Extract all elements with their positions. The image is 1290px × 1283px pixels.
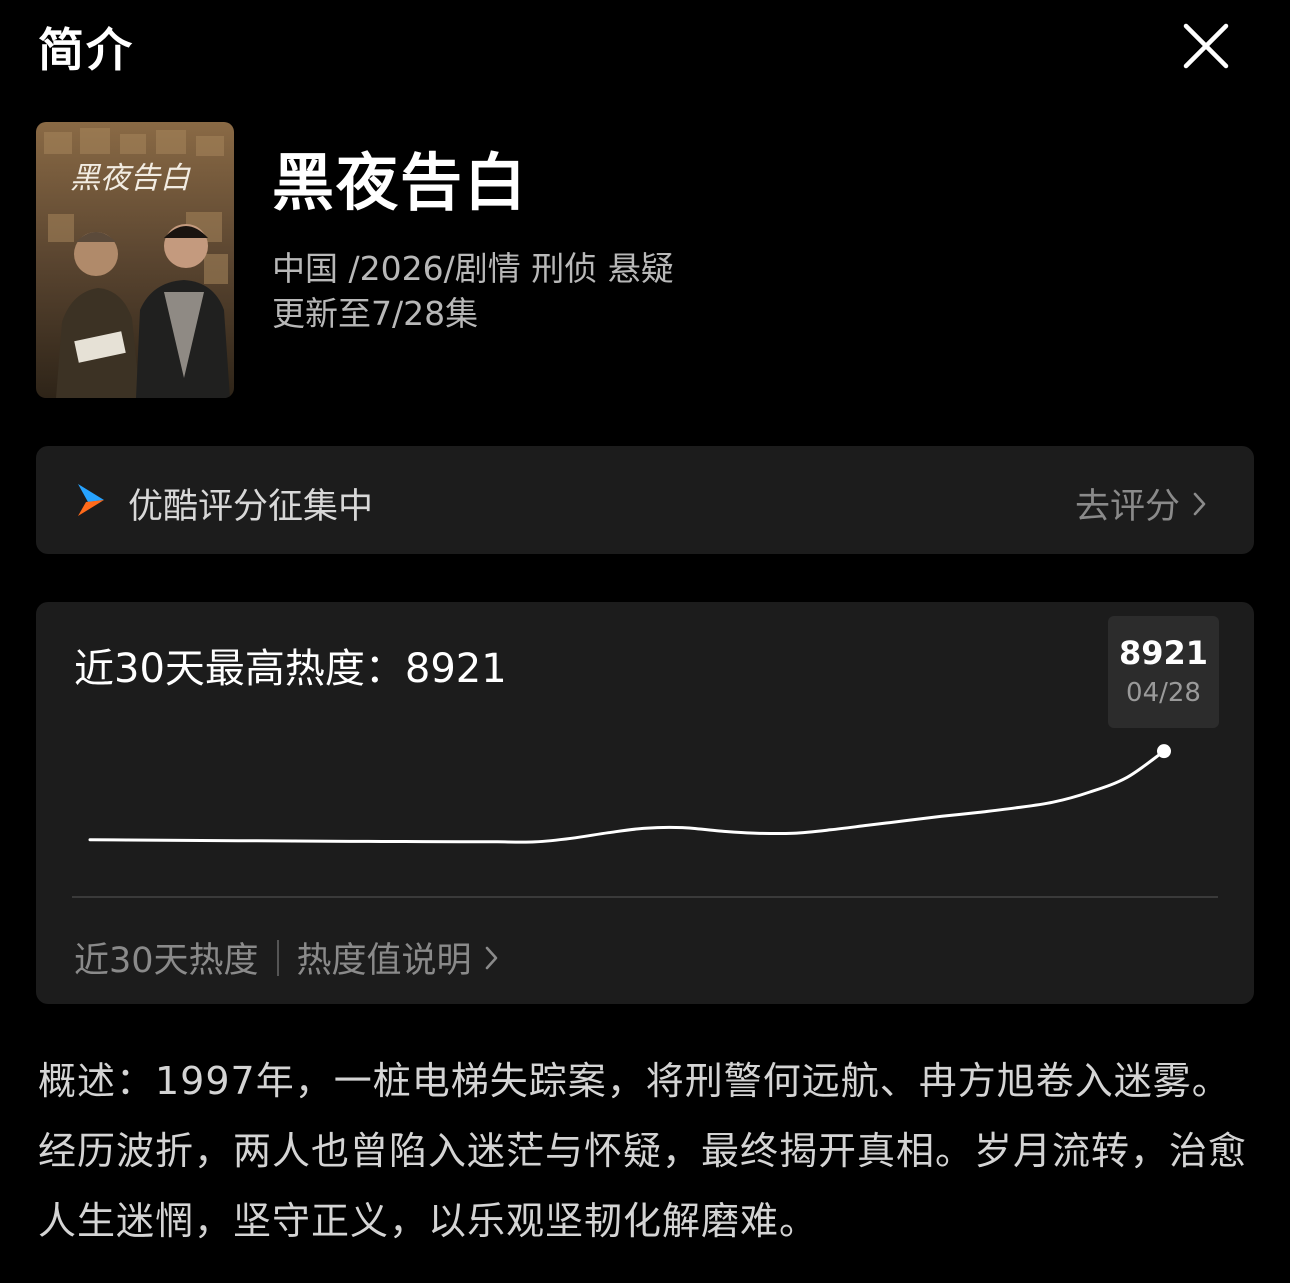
chart-tooltip: 8921 04/28 bbox=[1108, 616, 1219, 728]
youku-play-icon bbox=[78, 484, 104, 516]
heat-footer: 近30天热度 热度值说明 bbox=[74, 932, 502, 983]
tooltip-date: 04/28 bbox=[1126, 678, 1201, 708]
heat-card: 近30天最高热度：8921 8921 04/28 近30天热度 热度值说明 bbox=[36, 602, 1254, 1004]
poster-art: 黑夜告白 bbox=[36, 122, 234, 398]
heat-footer-label: 近30天热度 bbox=[74, 941, 259, 981]
page-title: 简介 bbox=[38, 23, 134, 77]
rate-button[interactable]: 去评分 bbox=[1075, 478, 1210, 529]
chevron-right-icon bbox=[1193, 492, 1206, 515]
close-icon bbox=[1183, 23, 1229, 69]
show-meta: 中国 /2026/剧情 刑侦 悬疑 bbox=[272, 249, 674, 288]
tooltip-value: 8921 bbox=[1118, 634, 1209, 672]
rate-button-label: 去评分 bbox=[1074, 487, 1180, 527]
heat-explain-label: 热度值说明 bbox=[296, 941, 472, 981]
rating-banner[interactable]: 优酷评分征集中 去评分 bbox=[36, 446, 1254, 554]
heat-title: 近30天最高热度：8921 bbox=[74, 646, 507, 692]
close-button[interactable] bbox=[1180, 20, 1232, 72]
update-status: 更新至7/28集 bbox=[272, 294, 479, 333]
rating-label: 优酷评分征集中 bbox=[128, 487, 374, 527]
summary-text: 概述：1997年，一桩电梯失踪案，将刑警何远航、冉方旭卷入迷雾。经历波折，两人也… bbox=[38, 1059, 1248, 1243]
show-title: 黑夜告白 bbox=[272, 146, 529, 219]
heat-peak-point[interactable] bbox=[1157, 744, 1171, 759]
poster-title-text: 黑夜告白 bbox=[70, 161, 191, 196]
heat-series-line bbox=[88, 749, 1166, 844]
chevron-right-icon bbox=[485, 946, 497, 969]
poster-image[interactable]: 黑夜告白 bbox=[36, 122, 234, 398]
heat-explain-link[interactable]: 热度值说明 bbox=[297, 932, 502, 983]
footer-divider bbox=[276, 939, 279, 976]
